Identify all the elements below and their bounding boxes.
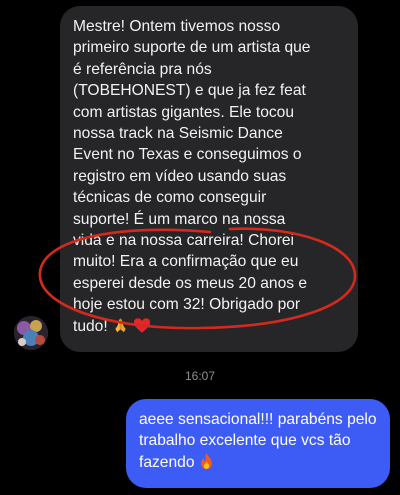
message-line: com artistas gigantes. Ele tocou <box>73 103 295 121</box>
outgoing-message-bubble[interactable]: aeee sensacional!!! parabéns pelo trabal… <box>126 399 390 489</box>
message-line-text: fazendo <box>139 453 195 471</box>
message-line-last: tudo! <box>73 316 346 340</box>
message-line: primeiro suporte de um artista que <box>73 39 311 57</box>
message-line: nossa track na Seismic Dance <box>73 125 283 143</box>
message-timestamp: 16:07 <box>184 369 216 383</box>
message-line: registro em vídeo usando suas <box>73 167 287 185</box>
praying-hands-icon <box>112 317 129 340</box>
message-line: hoje estou com 32! Obrigado por <box>73 296 301 314</box>
message-line-last: fazendo <box>139 452 378 476</box>
red-heart-icon <box>133 317 151 340</box>
message-line: Mestre! Ontem tivemos nosso <box>73 18 281 35</box>
message-line: é referência pra nós <box>73 60 212 78</box>
message-line: vida e na nossa carreira! Chorei <box>73 232 295 250</box>
incoming-message-bubble[interactable]: Mestre! Ontem tivemos nosso primeiro sup… <box>60 6 358 353</box>
chat-thread: Mestre! Ontem tivemos nosso primeiro sup… <box>0 0 400 495</box>
sender-avatar[interactable] <box>14 316 48 350</box>
message-line: técnicas de como conseguir <box>73 189 267 207</box>
fire-icon <box>199 452 214 476</box>
message-line: suporte! É um marco na nossa <box>73 210 286 228</box>
message-line: esperei desde os meus 20 anos e <box>73 274 308 292</box>
message-line-text: tudo! <box>73 317 108 335</box>
message-line: muito! Era a confirmação que eu <box>73 253 299 271</box>
message-line: (TOBEHONEST) e que ja fez feat <box>73 82 306 100</box>
message-line: trabalho excelente que vcs tão <box>139 432 351 450</box>
message-line: Event no Texas e conseguimos o <box>73 146 302 164</box>
message-line: aeee sensacional!!! parabéns pelo <box>139 411 377 428</box>
